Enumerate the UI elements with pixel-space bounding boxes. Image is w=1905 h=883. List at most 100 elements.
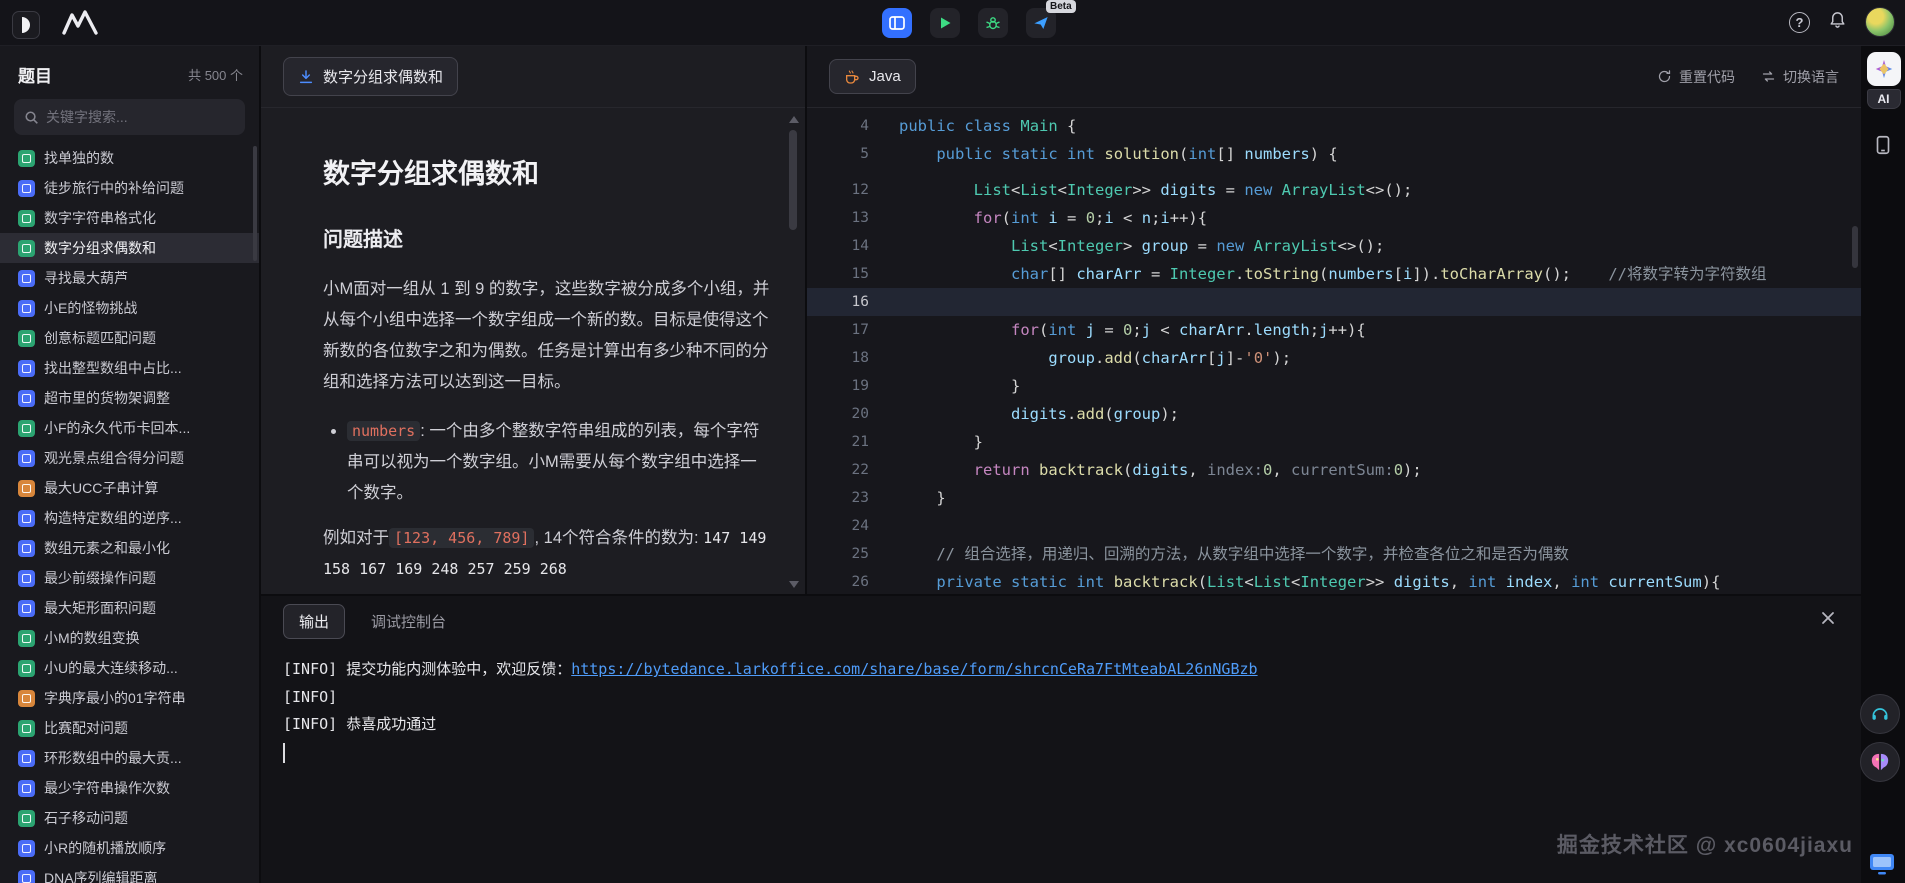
problem-count: 共 500 个 xyxy=(188,68,243,83)
sidebar-item[interactable]: 最少字符串操作次数 xyxy=(0,773,259,803)
scroll-down-button[interactable] xyxy=(789,581,799,588)
sidebar-item[interactable]: 数字字符串格式化 xyxy=(0,203,259,233)
sidebar-item[interactable]: 字典序最小的01字符串 xyxy=(0,683,259,713)
console-line: [INFO] 恭喜成功通过 xyxy=(283,715,437,733)
avatar[interactable] xyxy=(1865,7,1895,37)
sidebar-item-label: DNA序列编辑距离 xyxy=(44,870,158,883)
sidebar-item[interactable]: 比赛配对问题 xyxy=(0,713,259,743)
switch-language-button[interactable]: 切换语言 xyxy=(1761,67,1839,87)
sidebar-item[interactable]: DNA序列编辑距离 xyxy=(0,863,259,883)
search-input[interactable] xyxy=(46,109,235,125)
sidebar-item[interactable]: 最大矩形面积问题 xyxy=(0,593,259,623)
code-line[interactable]: 22 return backtrack(digits, index:0, cur… xyxy=(807,456,1861,484)
difficulty-icon xyxy=(18,299,35,317)
code-line[interactable]: 19 } xyxy=(807,372,1861,400)
ai-brain-button[interactable] xyxy=(1860,742,1900,782)
run-controls: Beta xyxy=(882,0,1076,38)
search-box[interactable] xyxy=(14,99,245,135)
sidebar-item-label: 最少前缀操作问题 xyxy=(44,570,156,586)
sidebar-item[interactable]: 小U的最大连续移动... xyxy=(0,653,259,683)
difficulty-icon xyxy=(18,359,35,377)
close-console-button[interactable] xyxy=(1821,611,1835,630)
sidebar-item[interactable]: 小F的永久代币卡回本... xyxy=(0,413,259,443)
sidebar-item-label: 比赛配对问题 xyxy=(44,720,128,736)
code-line[interactable]: 13 for(int i = 0;i < n;i++){ xyxy=(807,204,1861,232)
code-line[interactable]: 25 // 组合选择，用递归、回溯的方法，从数字组中选择一个数字，并检查各位之和… xyxy=(807,540,1861,568)
ai-assistant-button[interactable]: AI xyxy=(1865,52,1902,109)
reset-code-button[interactable]: 重置代码 xyxy=(1657,67,1735,87)
sidebar-scrollbar-thumb[interactable] xyxy=(253,146,257,261)
practice-widget-button[interactable] xyxy=(1866,128,1900,162)
sidebar-item[interactable]: 数字分组求偶数和 xyxy=(0,233,259,263)
code-line[interactable]: 24 xyxy=(807,512,1861,540)
sidebar-item[interactable]: 最大UCC子串计算 xyxy=(0,473,259,503)
sidebar-item[interactable]: 小R的随机播放顺序 xyxy=(0,833,259,863)
code-line[interactable]: 12 List<List<Integer>> digits = new Arra… xyxy=(807,176,1861,204)
code-text: digits.add(group); xyxy=(1010,405,1180,423)
sidebar-item[interactable]: 构造特定数组的逆序... xyxy=(0,503,259,533)
sidebar-item[interactable]: 数组元素之和最小化 xyxy=(0,533,259,563)
sidebar-item[interactable]: 创意标题匹配问题 xyxy=(0,323,259,353)
close-icon xyxy=(1822,612,1834,624)
code-line[interactable]: 16 xyxy=(807,288,1861,316)
run-button[interactable] xyxy=(930,8,960,38)
sidebar-item[interactable]: 最少前缀操作问题 xyxy=(0,563,259,593)
sidebar-item[interactable]: 小E的怪物挑战 xyxy=(0,293,259,323)
code-line[interactable]: 26 private static int backtrack(List<Lis… xyxy=(807,568,1861,594)
sidebar-item[interactable]: 找单独的数 xyxy=(0,143,259,173)
help-button[interactable]: ? xyxy=(1789,11,1810,33)
code-text: char[] charArr = Integer.toString(number… xyxy=(1010,265,1767,283)
line-number: 14 xyxy=(851,238,869,254)
code-line[interactable]: 20 digits.add(group); xyxy=(807,400,1861,428)
sidebar-item[interactable]: 寻找最大葫芦 xyxy=(0,263,259,293)
problem-scrollbar xyxy=(787,116,801,588)
code-line[interactable]: 17 for(int j = 0;j < charArr.length;j++)… xyxy=(807,316,1861,344)
sidebar-item[interactable]: 小M的数组变换 xyxy=(0,623,259,653)
sidebar-item[interactable]: 找出整型数组中占比... xyxy=(0,353,259,383)
editor-scrollbar-thumb[interactable] xyxy=(1852,226,1858,268)
problem-tab[interactable]: 数字分组求偶数和 xyxy=(283,57,459,96)
open-panel-button[interactable] xyxy=(882,8,912,38)
difficulty-icon xyxy=(18,629,35,647)
sidebar-item-label: 最少字符串操作次数 xyxy=(44,780,170,796)
language-tab[interactable]: Java xyxy=(829,59,916,94)
code-line[interactable]: 5 public static int solution(int[] numbe… xyxy=(807,140,1861,168)
line-number: 25 xyxy=(851,546,869,562)
console-link[interactable]: https://bytedance.larkoffice.com/share/b… xyxy=(571,660,1257,678)
sidebar-item[interactable]: 石子移动问题 xyxy=(0,803,259,833)
tab-output[interactable]: 输出 xyxy=(283,603,346,639)
app-logo-icon[interactable] xyxy=(12,10,40,39)
sidebar-item[interactable]: 环形数组中的最大贡... xyxy=(0,743,259,773)
notifications-button[interactable] xyxy=(1828,10,1847,35)
difficulty-icon xyxy=(18,329,35,347)
code-line[interactable]: 4 public class Main { xyxy=(807,112,1861,140)
sidebar-item-label: 小R的随机播放顺序 xyxy=(44,840,167,856)
scroll-up-button[interactable] xyxy=(789,116,799,123)
sidebar-item-label: 小F的永久代币卡回本... xyxy=(44,420,191,436)
sidebar-item[interactable]: 徒步旅行中的补给问题 xyxy=(0,173,259,203)
param-code: numbers xyxy=(347,421,421,441)
tab-debug-console[interactable]: 调试控制台 xyxy=(371,611,446,632)
code-line[interactable]: 23 } xyxy=(807,484,1861,512)
headset-icon xyxy=(1872,708,1888,720)
code-line[interactable]: 14 List<Integer> group = new ArrayList<>… xyxy=(807,232,1861,260)
debug-button[interactable] xyxy=(978,8,1008,38)
sidebar-item[interactable]: 观光景点组合得分问题 xyxy=(0,443,259,473)
problem-scrollbar-thumb[interactable] xyxy=(789,130,797,230)
share-submit-button[interactable]: Beta xyxy=(1026,0,1076,38)
support-chat-button[interactable] xyxy=(1860,694,1900,734)
difficulty-icon xyxy=(18,689,35,707)
code-line[interactable]: 15 char[] charArr = Integer.toString(num… xyxy=(807,260,1861,288)
app-root: Beta ? 题目 共 500 个 找单独的数徒步旅行中的补给问题数字字符串格式… xyxy=(0,0,1905,883)
code-line[interactable]: 21 } xyxy=(807,428,1861,456)
sidebar-item-label: 数组元素之和最小化 xyxy=(44,540,170,556)
code-line[interactable]: 18 group.add(charArr[j]-'0'); xyxy=(807,344,1861,372)
editor-header: Java 重置代码 切换语言 xyxy=(807,46,1861,108)
difficulty-icon xyxy=(18,209,35,227)
line-number: 15 xyxy=(851,266,869,282)
brand-mountain-logo xyxy=(62,9,98,40)
screen-share-icon[interactable] xyxy=(1869,852,1895,881)
sidebar-item-label: 环形数组中的最大贡... xyxy=(44,750,182,766)
sidebar-item[interactable]: 超市里的货物架调整 xyxy=(0,383,259,413)
